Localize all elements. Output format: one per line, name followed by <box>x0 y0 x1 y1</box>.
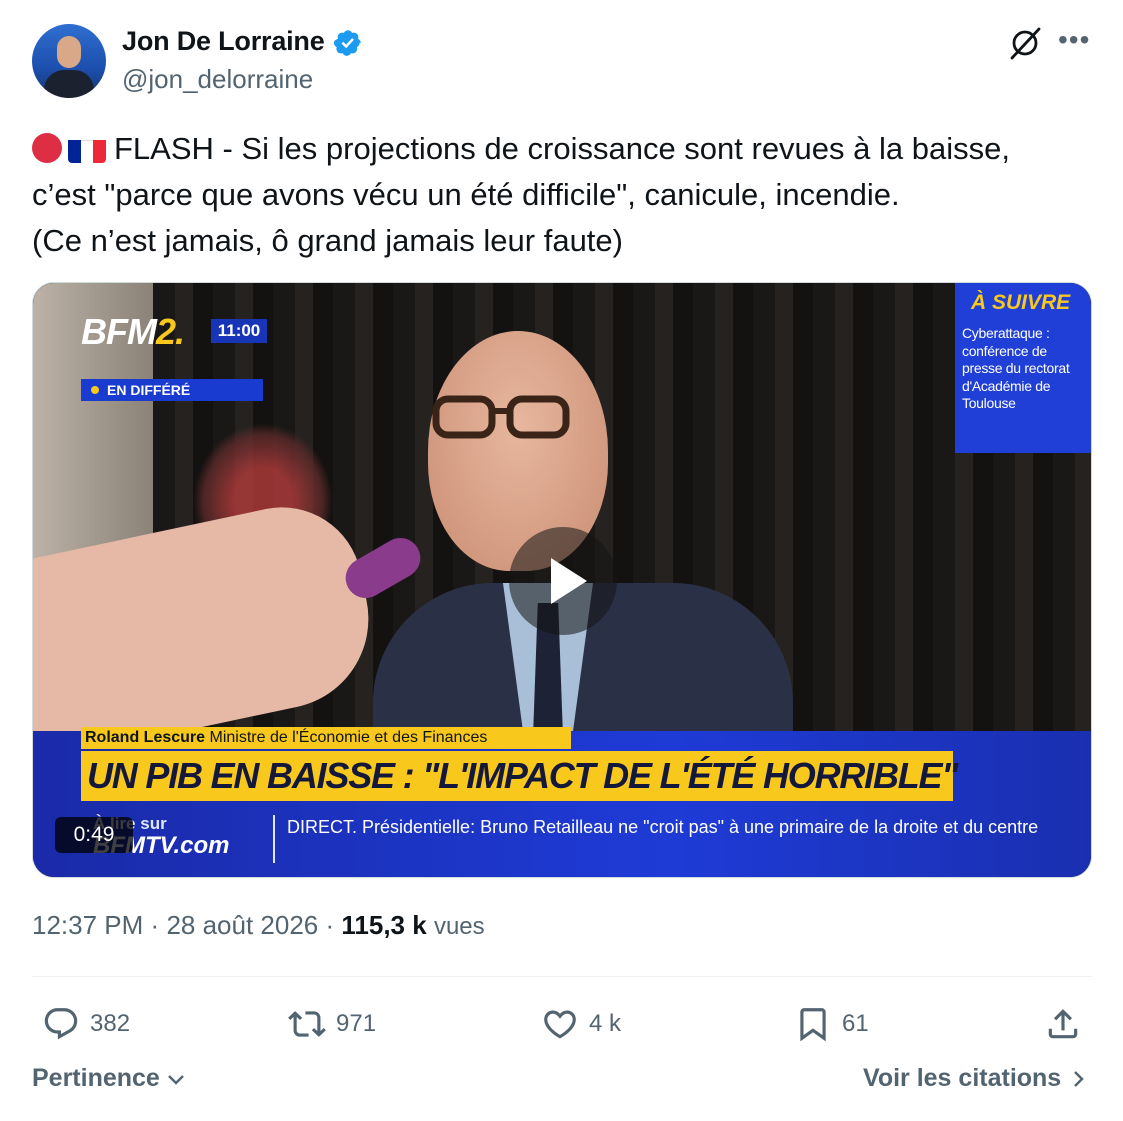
author-avatar[interactable] <box>32 24 106 98</box>
tweet-text: FLASH - Si les projections de croissance… <box>32 126 1092 264</box>
post-time[interactable]: 12:37 PM <box>32 910 143 940</box>
view-quotes-link[interactable]: Voir les citations <box>863 1064 1086 1093</box>
reply-button[interactable]: 382 <box>42 1002 130 1046</box>
video-headline: UN PIB EN BAISSE : "L'IMPACT DE L'ÉTÉ HO… <box>81 751 958 801</box>
bookmark-icon <box>800 1008 826 1042</box>
up-next-title: À SUIVRE <box>971 291 1071 314</box>
chevron-right-icon <box>1074 1071 1084 1087</box>
views-label: vues <box>433 913 485 940</box>
speaker-name-tag: Roland Lescure Ministre de l'Économie et… <box>81 727 571 749</box>
chevron-down-icon <box>167 1075 184 1085</box>
live-status-badge: EN DIFFÉRÉ <box>81 379 263 401</box>
bookmark-button[interactable]: 61 <box>794 1002 869 1046</box>
grok-icon[interactable] <box>1008 26 1042 60</box>
repost-count: 971 <box>336 1010 377 1037</box>
more-options-icon[interactable]: ••• <box>1058 24 1090 56</box>
glasses-shape <box>432 395 570 439</box>
like-button[interactable]: 4 k <box>541 1002 621 1046</box>
repost-button[interactable]: 971 <box>288 1002 376 1046</box>
tweet-meta: 12:37 PM · 28 août 2026 · 115,3 k vues <box>32 910 485 940</box>
video-player[interactable]: BFM2. 11:00 EN DIFFÉRÉ À SUIVRE Cyberatt… <box>32 282 1092 878</box>
sort-dropdown[interactable]: Pertinence <box>32 1064 185 1093</box>
sort-label: Pertinence <box>32 1064 160 1092</box>
france-flag-emoji-icon <box>68 135 106 163</box>
repost-icon <box>288 1011 326 1037</box>
play-button[interactable] <box>509 527 617 635</box>
author-name[interactable]: Jon De Lorraine <box>122 26 325 57</box>
quotes-label: Voir les citations <box>863 1064 1062 1092</box>
author-handle[interactable]: @jon_delorraine <box>122 64 313 95</box>
reply-icon <box>44 1008 78 1040</box>
bookmark-count: 61 <box>842 1010 869 1037</box>
video-duration: 0:49 <box>55 817 133 853</box>
views-count: 115,3 k <box>341 910 427 940</box>
up-next-text: Cyberattaque : conférence de presse du r… <box>962 325 1070 411</box>
share-button[interactable] <box>1044 1002 1082 1046</box>
share-icon <box>1048 1009 1078 1039</box>
news-ticker: DIRECT. Présidentielle: Bruno Retailleau… <box>287 817 1039 837</box>
broadcast-clock: 11:00 <box>211 319 267 343</box>
red-circle-emoji-icon <box>32 133 62 163</box>
channel-logo: BFM2. <box>81 311 185 352</box>
tweet-line-3: (Ce n’est jamais, ô grand jamais leur fa… <box>32 223 623 258</box>
tweet-line-2: c’est "parce que avons vécu un été diffi… <box>32 177 900 212</box>
reply-count: 382 <box>90 1010 131 1037</box>
post-date[interactable]: 28 août 2026 <box>166 910 318 940</box>
heart-icon <box>544 1010 576 1039</box>
divider <box>32 976 1092 977</box>
tweet-line-1: FLASH - Si les projections de croissance… <box>32 126 1092 172</box>
like-count: 4 k <box>589 1010 622 1037</box>
verified-badge-icon <box>333 30 361 56</box>
